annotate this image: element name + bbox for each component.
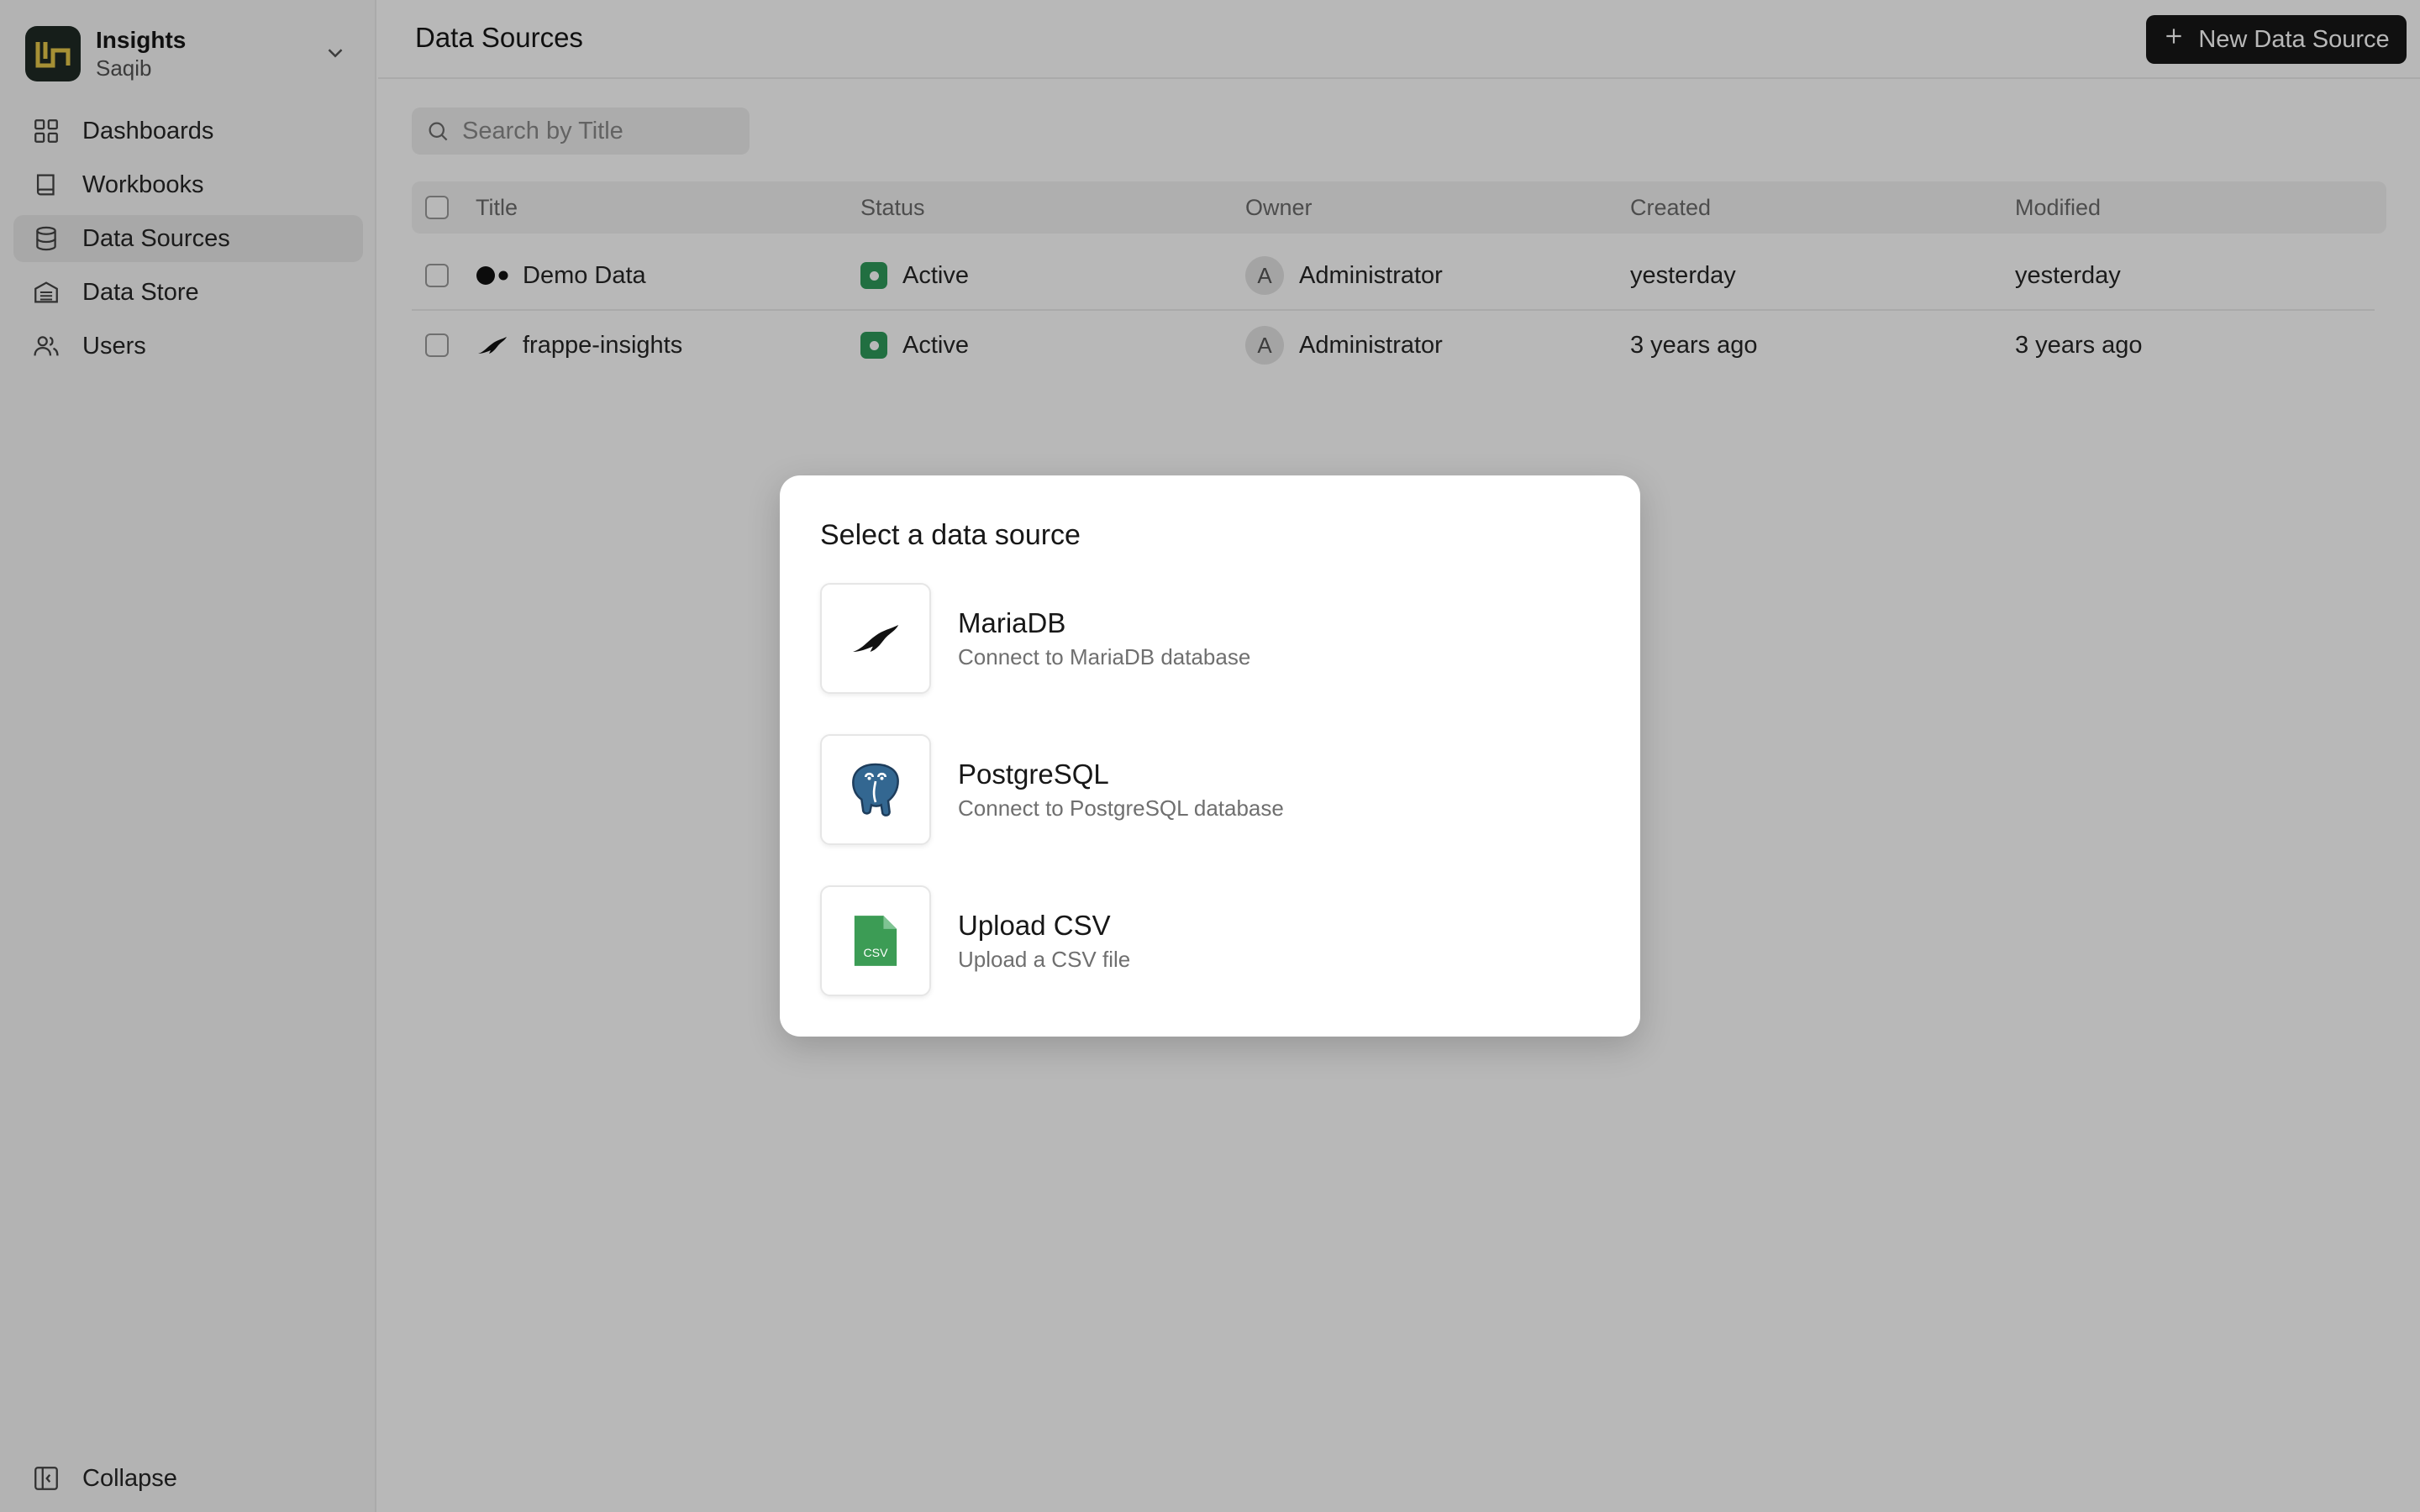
option-description: Upload a CSV file	[958, 947, 1131, 972]
postgresql-icon	[820, 734, 931, 845]
csv-icon-label: CSV	[863, 946, 888, 959]
option-mariadb[interactable]: MariaDB Connect to MariaDB database	[820, 583, 1600, 694]
option-description: Connect to PostgreSQL database	[958, 795, 1284, 821]
dialog-title: Select a data source	[820, 519, 1081, 551]
option-title: PostgreSQL	[958, 759, 1109, 790]
option-upload-csv[interactable]: CSV Upload CSV Upload a CSV file	[820, 885, 1600, 996]
select-data-source-dialog: Select a data source MariaDB Connect to …	[780, 475, 1640, 1037]
option-description: Connect to MariaDB database	[958, 644, 1251, 669]
option-title: MariaDB	[958, 607, 1066, 638]
option-title: Upload CSV	[958, 910, 1111, 941]
option-postgresql[interactable]: PostgreSQL Connect to PostgreSQL databas…	[820, 734, 1600, 845]
mariadb-icon	[820, 583, 931, 694]
csv-file-icon: CSV	[820, 885, 931, 996]
